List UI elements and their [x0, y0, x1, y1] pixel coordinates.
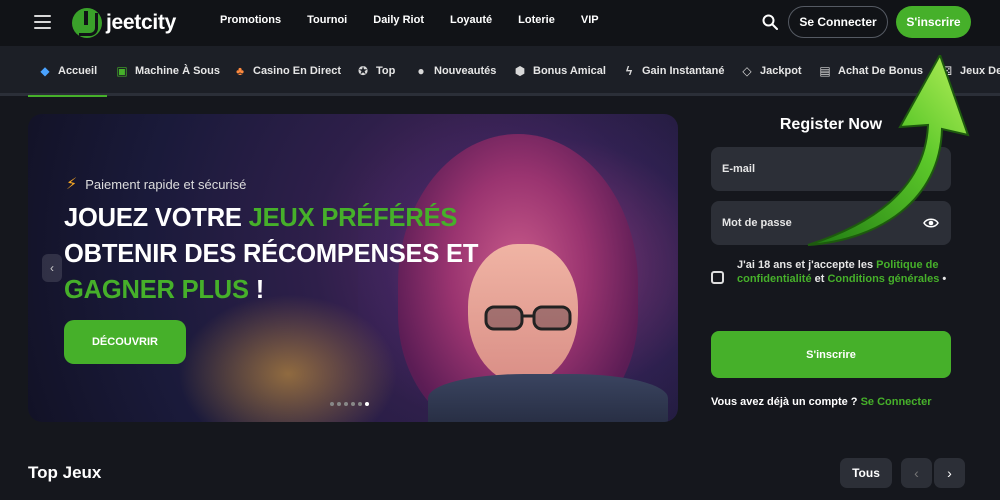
banner-tagline: ⚡ Paiement rapide et sécurisé — [66, 174, 246, 194]
category-tab-2[interactable]: ♣ Casino En Direct — [233, 46, 341, 96]
headline-part: ! — [248, 276, 265, 304]
chevron-right-icon: › — [947, 465, 952, 481]
login-link[interactable]: Se Connecter — [861, 396, 932, 408]
games-next-button[interactable]: › — [934, 458, 965, 488]
password-field[interactable]: Mot de passe — [711, 201, 951, 245]
section-title-top-games: Top Jeux — [28, 463, 102, 482]
register-submit-button[interactable]: S'inscrire — [711, 331, 951, 378]
banner-prev-button[interactable]: ‹ — [42, 254, 62, 282]
banner-character-jacket — [428, 374, 668, 422]
have-account-prefix: Vous avez déjà un compte ? — [711, 396, 861, 408]
pagination-dot[interactable] — [365, 402, 369, 406]
terms-and: et — [811, 273, 828, 285]
email-placeholder: E-mail — [722, 163, 756, 175]
terms-text: J'ai 18 ans et j'accepte les Politique d… — [737, 258, 951, 286]
banner-pagination — [330, 402, 369, 406]
password-placeholder: Mot de passe — [722, 217, 792, 229]
category-tab-4[interactable]: ● Nouveautés — [414, 46, 496, 96]
category-label: Accueil — [58, 65, 98, 77]
friend-bonus-icon: ⬢ — [514, 64, 526, 78]
category-tab-1[interactable]: ▣ Machine À Sous — [115, 46, 220, 96]
category-label: Bonus Amical — [533, 65, 606, 77]
nav-link-4[interactable]: Loterie — [518, 14, 555, 26]
slot-machine-icon: ▣ — [116, 64, 128, 78]
category-tab-3[interactable]: ✪ Top — [356, 46, 395, 96]
register-title: Register Now — [779, 116, 883, 133]
bonus-buy-icon: ▤ — [819, 64, 831, 78]
all-games-button[interactable]: Tous — [840, 458, 892, 488]
chevron-left-icon: ‹ — [50, 261, 54, 275]
category-label: Gain Instantané — [642, 65, 725, 77]
category-label: Jeux De — [960, 65, 1000, 77]
games-prev-button[interactable]: ‹ — [901, 458, 932, 488]
category-tab-9[interactable]: ⚄ Jeux De — [940, 46, 1000, 96]
category-tab-8[interactable]: ▤ Achat De Bonus — [818, 46, 923, 96]
logo-text: jeetcity — [106, 11, 176, 34]
signup-button[interactable]: S'inscrire — [896, 6, 971, 38]
category-label: Jackpot — [760, 65, 802, 77]
hero-banner[interactable]: ⚡ Paiement rapide et sécurisé JOUEZ VOTR… — [28, 114, 678, 422]
pagination-dot[interactable] — [330, 402, 334, 406]
pagination-dot[interactable] — [351, 402, 355, 406]
pagination-dot[interactable] — [358, 402, 362, 406]
lightning-icon: ⚡ — [66, 176, 78, 193]
category-label: Top — [376, 65, 396, 77]
terms-suffix: • — [939, 273, 947, 285]
nav-link-5[interactable]: VIP — [581, 14, 599, 26]
category-tab-7[interactable]: ◇ Jackpot — [740, 46, 802, 96]
headline-highlight: GAGNER PLUS — [64, 276, 249, 304]
category-label: Nouveautés — [434, 65, 497, 77]
club-suit-icon: ♣ — [236, 64, 244, 78]
have-account-text: Vous avez déjà un compte ? Se Connecter — [711, 395, 951, 409]
star-icon: ✪ — [357, 64, 369, 78]
category-label: Achat De Bonus — [838, 65, 923, 77]
login-button[interactable]: Se Connecter — [788, 6, 888, 38]
terms-checkbox[interactable] — [711, 271, 724, 284]
category-label: Machine À Sous — [135, 65, 220, 77]
eye-icon[interactable] — [923, 215, 939, 231]
logo-mark-icon — [72, 8, 102, 38]
discover-button[interactable]: DÉCOUVRIR — [64, 320, 186, 364]
headline-highlight: JEUX PRÉFÉRÉS — [248, 204, 458, 232]
nav-link-1[interactable]: Tournoi — [307, 14, 347, 26]
nav-link-0[interactable]: Promotions — [220, 14, 281, 26]
hamburger-menu-icon[interactable] — [34, 15, 51, 29]
terms-prefix: J'ai 18 ans et j'accepte les — [737, 259, 877, 271]
category-tab-6[interactable]: ϟ Gain Instantané — [622, 46, 725, 96]
nav-link-2[interactable]: Daily Riot — [373, 14, 424, 26]
chevron-left-icon: ‹ — [914, 465, 919, 481]
home-blocks-icon: ◆ — [40, 64, 50, 78]
category-bar: ◆ Accueil ▣ Machine À Sous ♣ Casino En Direct… — [0, 46, 1000, 97]
dice-icon: ⚄ — [941, 64, 953, 78]
category-tab-0[interactable]: ◆ Accueil — [27, 46, 108, 97]
category-label: Casino En Direct — [253, 65, 342, 77]
category-tab-5[interactable]: ⬢ Bonus Amical — [513, 46, 606, 96]
new-badge-icon: ● — [417, 64, 425, 78]
banner-headline: JOUEZ VOTRE JEUX PRÉFÉRÉS OBTENIR DES RÉ… — [64, 200, 544, 308]
diamond-icon: ◇ — [742, 64, 752, 78]
pagination-dot[interactable] — [337, 402, 341, 406]
email-field[interactable]: E-mail — [711, 147, 951, 191]
site-logo[interactable]: jeetcity — [72, 8, 176, 38]
headline-part: JOUEZ VOTRE — [64, 204, 249, 232]
top-nav: Promotions Tournoi Daily Riot Loyauté Loteri… — [220, 14, 625, 26]
tagline-text: Paiement rapide et sécurisé — [85, 176, 247, 192]
search-icon[interactable] — [762, 14, 778, 30]
headline-part: OBTENIR DES RÉCOMPENSES ET — [64, 240, 479, 268]
nav-link-3[interactable]: Loyauté — [450, 14, 492, 26]
pagination-dot[interactable] — [344, 402, 348, 406]
top-header: jeetcity Promotions Tournoi Daily Riot Loya… — [0, 0, 1000, 46]
terms-conditions-link[interactable]: Conditions générales — [827, 273, 939, 285]
lightning-icon: ϟ — [625, 64, 633, 78]
glasses-icon — [484, 305, 572, 331]
